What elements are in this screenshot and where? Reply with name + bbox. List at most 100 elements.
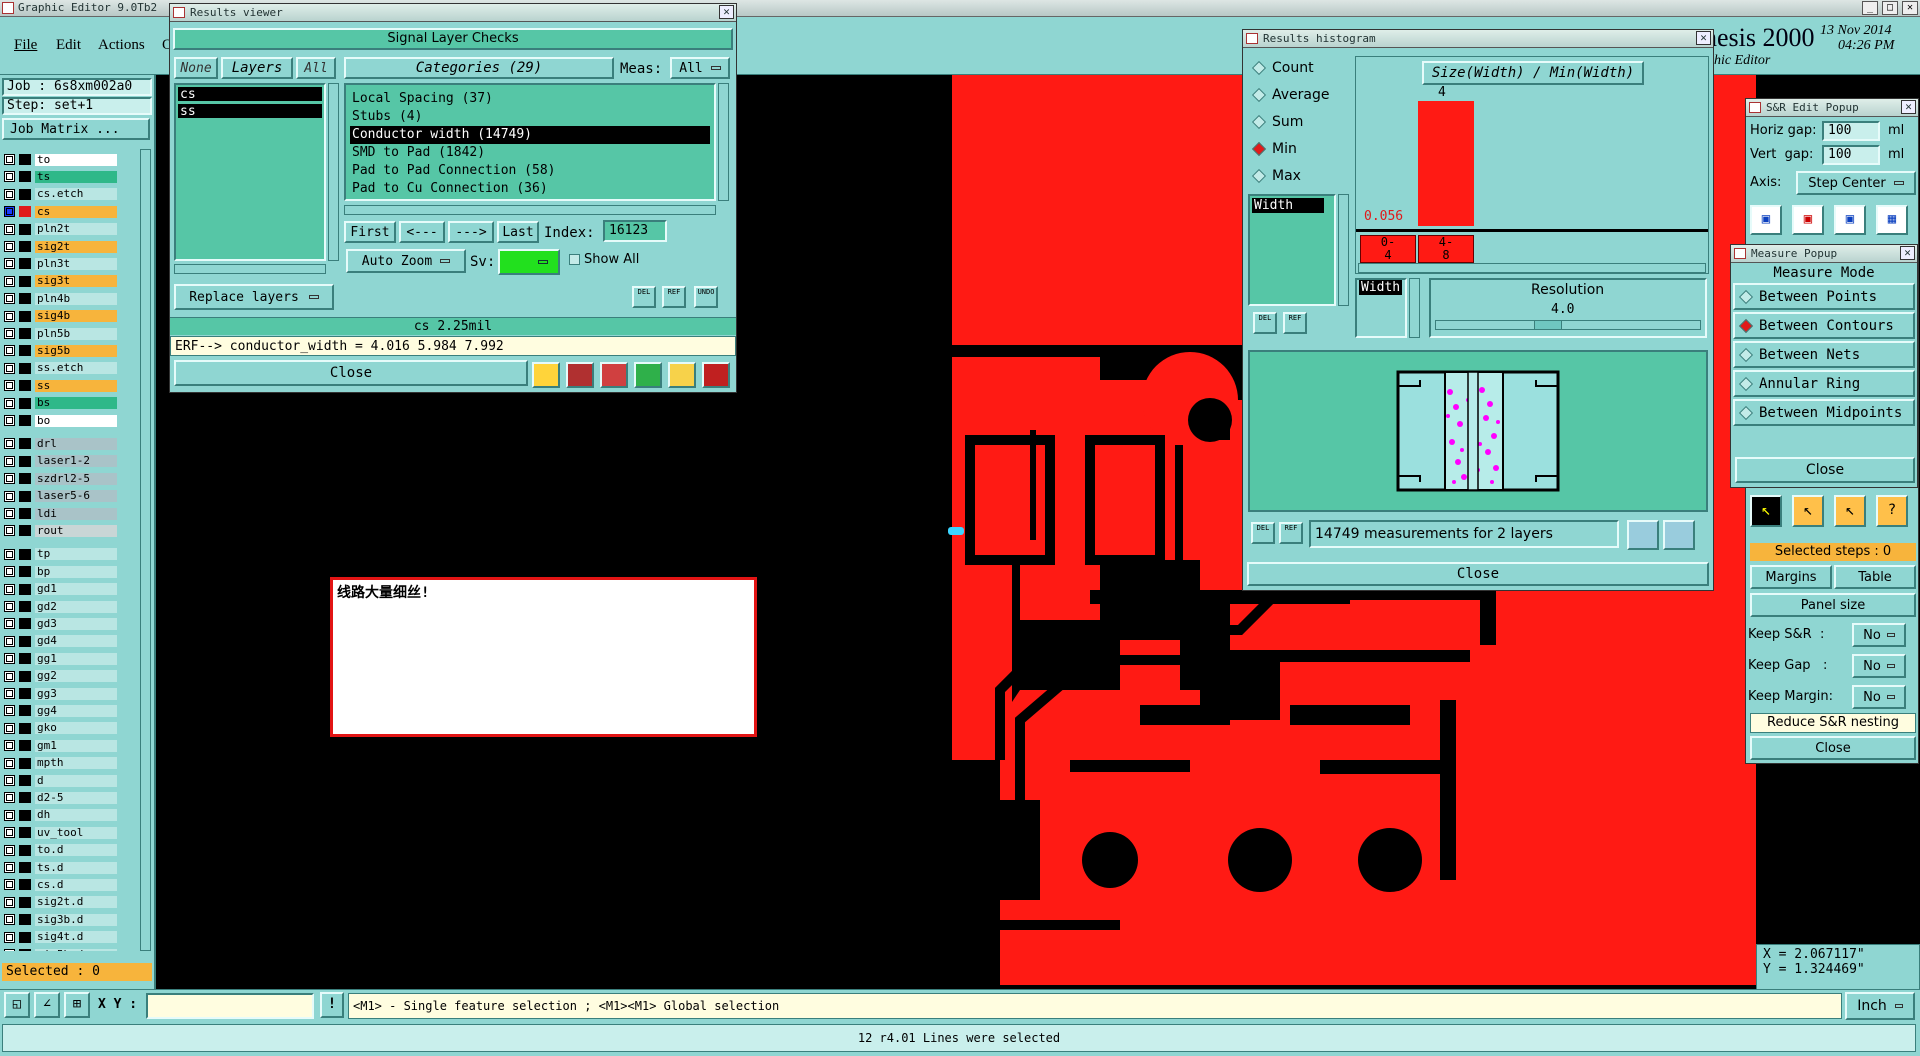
minimize-icon[interactable]: _ <box>1862 1 1878 15</box>
category-item[interactable]: Pad to Pad Connection (58) <box>350 162 710 180</box>
attr-field-scrollbar[interactable] <box>1409 278 1420 338</box>
layer-checkbox[interactable] <box>4 380 15 392</box>
layer-row[interactable]: dh <box>4 809 124 822</box>
layer-checkbox[interactable] <box>4 490 15 502</box>
layer-row[interactable]: gg1 <box>4 652 124 665</box>
menu-file[interactable]: File <box>14 37 37 54</box>
layer-checkbox[interactable] <box>4 775 15 786</box>
zoom-tool-icon[interactable] <box>566 362 594 388</box>
keep-margin-select[interactable]: No <box>1852 685 1906 709</box>
layer-checkbox[interactable] <box>4 293 15 305</box>
layer-checkbox[interactable] <box>4 844 15 856</box>
layer-checkbox[interactable] <box>4 896 15 908</box>
layer-row[interactable]: d2-5 <box>4 791 124 804</box>
layer-row[interactable]: ss.etch <box>4 362 124 375</box>
move-tool-icon[interactable]: ↖ <box>1792 495 1824 527</box>
layer-checkbox[interactable] <box>4 601 15 612</box>
layer-checkbox[interactable] <box>4 809 15 821</box>
layer-checkbox[interactable] <box>4 415 15 426</box>
attr-field[interactable]: Width <box>1355 278 1407 338</box>
layer-row[interactable]: gko <box>4 722 124 735</box>
next-button[interactable]: ---> <box>448 221 494 243</box>
layer-row[interactable]: mpth <box>4 757 124 770</box>
categories-hscroll[interactable] <box>344 205 716 215</box>
layer-checkbox[interactable] <box>4 757 15 769</box>
layer-row[interactable]: sig2t <box>4 240 124 253</box>
results-layer-scrollbar[interactable] <box>328 83 339 261</box>
count-tool-icon[interactable] <box>634 362 662 388</box>
layer-checkbox[interactable] <box>4 473 15 485</box>
histogram-del-icon[interactable]: DEL <box>1253 312 1277 334</box>
highlight-tool-icon[interactable] <box>532 362 560 388</box>
category-item[interactable]: Stubs (4) <box>350 108 710 126</box>
layer-checkbox[interactable] <box>4 688 15 699</box>
histogram-mode-option[interactable]: Max <box>1248 162 1348 189</box>
slider-thumb[interactable] <box>1534 320 1562 330</box>
layer-row[interactable]: gg3 <box>4 687 124 700</box>
results-layer-list[interactable]: cs ss <box>174 83 326 261</box>
layer-row[interactable]: to <box>4 153 124 166</box>
category-item[interactable]: Conductor width (14749) <box>350 126 710 144</box>
layer-checkbox[interactable] <box>4 258 15 270</box>
layer-checkbox[interactable] <box>4 653 15 665</box>
del-icon[interactable]: DEL <box>632 286 656 308</box>
histogram-mode-option[interactable]: Count <box>1248 54 1348 81</box>
layer-checkbox[interactable] <box>4 705 15 717</box>
measure-mode-option[interactable]: Annular Ring <box>1733 370 1915 397</box>
layer-checkbox[interactable] <box>4 670 15 682</box>
layer-row[interactable]: bp <box>4 565 124 578</box>
layer-row[interactable]: sig5b.d <box>4 948 124 951</box>
layer-row[interactable]: ts <box>4 170 124 183</box>
margins-button[interactable]: Margins <box>1750 565 1832 589</box>
histogram-ref-icon[interactable]: REF <box>1283 312 1307 334</box>
layer-checkbox[interactable] <box>4 241 15 252</box>
histogram-select-icon[interactable] <box>1663 520 1695 550</box>
layer-checkbox[interactable] <box>4 879 15 891</box>
layer-row[interactable]: gg2 <box>4 670 124 683</box>
measure-close-icon[interactable]: ✕ <box>1900 246 1915 260</box>
layer-row[interactable]: sig4t.d <box>4 931 124 944</box>
layer-checkbox[interactable] <box>4 508 15 519</box>
categories-button[interactable]: Categories (29) <box>344 57 614 79</box>
close-icon[interactable]: ✕ <box>1902 1 1918 15</box>
results-layer-hscroll[interactable] <box>174 264 326 274</box>
histogram-tool-icon[interactable] <box>702 362 730 388</box>
maximize-icon[interactable]: □ <box>1882 1 1898 15</box>
layer-row[interactable]: uv_tool <box>4 826 124 839</box>
copy-tool-icon[interactable]: ↖ <box>1834 495 1866 527</box>
layer-checkbox[interactable] <box>4 583 15 595</box>
grid-tool-icon[interactable]: ⊞ <box>64 992 90 1018</box>
vert-gap-field[interactable]: 100 <box>1822 145 1880 165</box>
layer-checkbox[interactable] <box>4 525 15 537</box>
first-button[interactable]: First <box>344 221 396 243</box>
histogram-close-icon[interactable]: ✕ <box>1696 31 1711 45</box>
layer-row[interactable]: to.d <box>4 844 124 857</box>
menu-edit[interactable]: Edit <box>56 37 81 54</box>
layer-row[interactable]: sig3b.d <box>4 913 124 926</box>
histogram-mode-option[interactable]: Sum <box>1248 108 1348 135</box>
note-box[interactable]: 线路大量细丝! <box>330 577 757 737</box>
layer-checkbox[interactable] <box>4 548 15 560</box>
results-viewer-close-icon[interactable]: ✕ <box>719 5 734 19</box>
layer-checkbox[interactable] <box>4 792 15 804</box>
results-layer-item[interactable]: ss <box>178 104 322 119</box>
layer-row[interactable]: pln5b <box>4 327 124 340</box>
layer-checkbox[interactable] <box>4 345 15 357</box>
layer-checkbox[interactable] <box>4 275 15 287</box>
alert-icon[interactable]: ! <box>320 992 344 1018</box>
category-item[interactable]: SMD to Pad (1842) <box>350 144 710 162</box>
layer-checkbox[interactable] <box>4 827 15 839</box>
layer-row[interactable]: gd1 <box>4 583 124 596</box>
layer-checkbox[interactable] <box>4 740 15 752</box>
axis-select[interactable]: Step Center <box>1796 171 1916 195</box>
layout-grid-1-icon[interactable]: ▣ <box>1750 205 1782 235</box>
layer-checkbox[interactable] <box>4 949 15 951</box>
menu-actions[interactable]: Actions <box>98 37 145 54</box>
layer-row[interactable]: gm1 <box>4 739 124 752</box>
preview-ref-icon[interactable]: REF <box>1279 522 1303 544</box>
layer-checkbox[interactable] <box>4 206 15 218</box>
prev-button[interactable]: <--- <box>399 221 445 243</box>
layer-checkbox[interactable] <box>4 566 15 578</box>
layer-row[interactable]: cs.etch <box>4 188 124 201</box>
histogram-attr-item[interactable]: Width <box>1252 198 1324 213</box>
